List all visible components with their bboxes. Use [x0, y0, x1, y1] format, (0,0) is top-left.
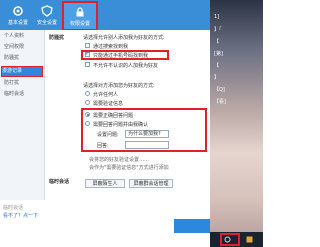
overlay-text: [第]: [214, 51, 223, 57]
section-label-temp-session: 临时会话: [49, 179, 70, 185]
overlay-text: 【: [214, 39, 220, 45]
app-icon[interactable]: [246, 236, 253, 243]
verify-heading: 请选择对方添加您为好友的方式:: [83, 83, 155, 89]
overlay-text: 【看]: [214, 99, 226, 105]
overlay-text: 】「: [214, 27, 222, 33]
overlay-text: 1]: [214, 14, 220, 20]
tab-permission-settings[interactable]: 权限设置: [62, 1, 98, 31]
sidebar-item-do-not-disturb[interactable]: 防打扰: [4, 79, 42, 88]
note-text: 会将您的好友验证设置……: [89, 157, 150, 163]
gear-icon: [13, 6, 23, 16]
option-block-strangers-checkbox[interactable]: [85, 62, 90, 67]
overlay-text: 【: [214, 63, 220, 69]
block-group-session-button[interactable]: 屏蔽群会话管理: [129, 179, 173, 188]
option-label: 不允许不认识的人加我为好友: [93, 63, 159, 69]
radio-label: 允许任何人: [93, 92, 119, 98]
tab-label: 权限设置: [69, 21, 90, 27]
sidebar-item-profile[interactable]: 个人资料: [4, 32, 42, 41]
confirm-button[interactable]: [174, 219, 210, 233]
section-label-anti-harass: 防骚扰: [49, 35, 65, 41]
radio-label: 需要正确回答问题: [93, 113, 134, 119]
radio-label: 需要回答问题并由我确认: [93, 122, 149, 128]
answer-label: 回答:: [97, 143, 109, 149]
radio-answer-question[interactable]: [85, 112, 90, 117]
tab-basic-settings[interactable]: 基本设置: [3, 2, 33, 29]
option-label: 通过搜索找到我: [93, 44, 129, 50]
sidebar-item-temp-session[interactable]: 临时会话: [4, 90, 42, 99]
question-input[interactable]: 为什么要加我?: [125, 130, 169, 138]
sidebar-item-space-permission[interactable]: 空间权限: [4, 43, 42, 52]
sidebar-item-anti-harass[interactable]: 防骚扰: [4, 54, 42, 63]
gear-icon[interactable]: [224, 236, 231, 243]
radio-answer-and-confirm[interactable]: [85, 121, 90, 126]
block-stranger-button[interactable]: 屏蔽陌生人: [85, 179, 125, 188]
option-search-checkbox[interactable]: [85, 43, 90, 48]
tab-security-settings[interactable]: 安全设置: [32, 2, 62, 29]
overlay-text: 【Q]: [214, 87, 225, 93]
overlay-text: 】: [214, 75, 220, 81]
settings-tab-bar: 基本设置 安全设置 权限设置: [0, 0, 210, 31]
shield-icon: [41, 5, 53, 17]
help-link[interactable]: 看不了？点一下: [3, 212, 38, 219]
radio-need-verify[interactable]: [85, 100, 90, 105]
chat-fragment: 临时会话 看不了？点一下: [0, 200, 45, 247]
option-label: 只能通过手机号码找到我: [93, 53, 149, 59]
note-text: 会作为"需要验证信息"方式进行添加: [89, 165, 169, 171]
background-photo-panel: 1] 】「 【 [第] 【 】 【Q] 【看]: [210, 0, 263, 247]
radio-label: 需要验证信息: [93, 101, 124, 107]
option-phone-only-checkbox[interactable]: [85, 50, 90, 57]
tray-icon-bar: [210, 232, 263, 247]
tab-label: 安全设置: [36, 20, 57, 26]
radio-allow-anyone[interactable]: [85, 91, 90, 96]
friend-way-heading: 请选择允许别人添加我为好友的方式:: [83, 35, 165, 41]
sidebar-item-roaming[interactable]: 漫游记录: [1, 66, 43, 77]
lock-icon: [76, 7, 84, 17]
answer-input[interactable]: [125, 141, 169, 149]
tab-label: 基本设置: [7, 20, 28, 26]
settings-main-panel: 防骚扰 请选择允许别人添加我为好友的方式: 通过搜索找到我 只能通过手机号码找到…: [45, 30, 210, 247]
temp-session-note: 临时会话: [3, 205, 24, 211]
question-label: 设置问题:: [97, 132, 119, 138]
